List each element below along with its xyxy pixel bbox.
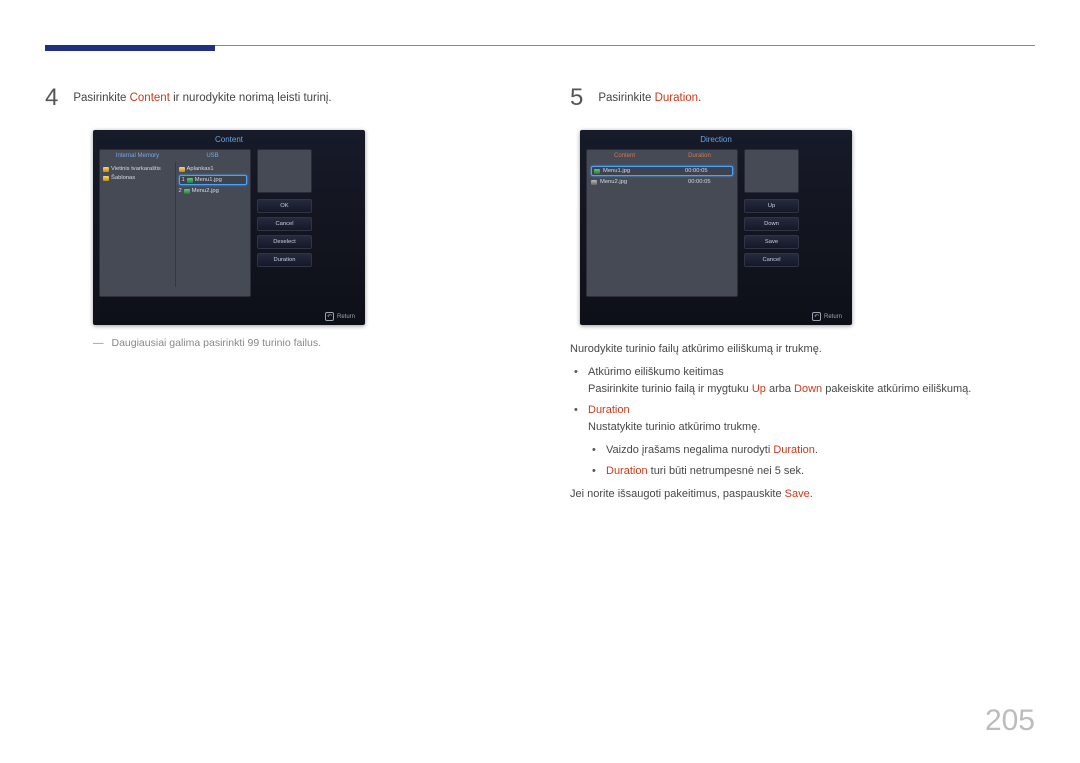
- text: ir nurodykite norimą leisti turinį.: [170, 92, 332, 104]
- folder-item[interactable]: Aplankas1: [179, 166, 248, 172]
- cancel-button[interactable]: Cancel: [257, 217, 312, 231]
- footnote: ― Daugiausiai galima pasirinkti 99 turin…: [45, 337, 510, 349]
- line: Nurodykite turinio failų atkūrimo eilišk…: [570, 341, 1035, 358]
- line: Jei norite išsaugoti pakeitimus, paspaus…: [570, 486, 1035, 503]
- return-icon: ↶: [812, 312, 821, 321]
- accent-save: Save: [785, 488, 810, 500]
- note-text: Daugiausiai galima pasirinkti 99 turinio…: [112, 337, 322, 349]
- accent-content: Content: [130, 92, 170, 104]
- dash: ―: [93, 337, 104, 349]
- down-button[interactable]: Down: [744, 217, 799, 231]
- file-icon: [594, 169, 600, 174]
- bullet: Atkūrimo eiliškumo keitimas Pasirinkite …: [588, 364, 1035, 398]
- list-row[interactable]: Menu2.jpg 00:00:05: [591, 179, 733, 185]
- col-content: Content: [587, 150, 662, 162]
- accent-up: Up: [752, 383, 766, 395]
- step-5: 5 Pasirinkite Duration.: [570, 86, 1035, 110]
- folder-item[interactable]: Šablonas: [103, 175, 172, 181]
- instruction-body: Nurodykite turinio failų atkūrimo eilišk…: [570, 341, 1035, 503]
- preview-thumbnail: [744, 149, 799, 193]
- file-item-selected[interactable]: 1Menu1.jpg: [179, 175, 248, 185]
- header-rule: [45, 45, 1035, 46]
- return-control[interactable]: ↶ Return: [812, 312, 842, 321]
- file-browser-panel: Internal Memory USB Vietinis tvarkarašti…: [99, 149, 251, 297]
- preview-thumbnail: [257, 149, 312, 193]
- folder-icon: [179, 167, 185, 172]
- file-item[interactable]: 2Menu2.jpg: [179, 188, 248, 194]
- step-text: Pasirinkite Duration.: [598, 86, 701, 104]
- file-icon: [187, 178, 193, 183]
- step-number: 5: [570, 86, 583, 110]
- tab-internal-memory[interactable]: Internal Memory: [100, 150, 175, 162]
- file-icon: [184, 189, 190, 194]
- screen-title: Content: [99, 135, 359, 144]
- folder-item[interactable]: Vietinis tvarkaraštis: [103, 166, 172, 172]
- text: .: [698, 92, 701, 104]
- return-icon: ↶: [325, 312, 334, 321]
- page-number: 205: [985, 704, 1035, 738]
- screen-title: Direction: [586, 135, 846, 144]
- sub-bullet: Duration turi būti netrumpesnė nei 5 sek…: [606, 463, 1035, 480]
- sub-bullet: Vaizdo įrašams negalima nurodyti Duratio…: [606, 442, 1035, 459]
- up-button[interactable]: Up: [744, 199, 799, 213]
- duration-list-panel: Content Duration Menu1.jpg 00:00:05 Menu…: [586, 149, 738, 297]
- col-duration: Duration: [662, 150, 737, 162]
- ok-button[interactable]: OK: [257, 199, 312, 213]
- accent-duration: Duration: [655, 92, 698, 104]
- cancel-button[interactable]: Cancel: [744, 253, 799, 267]
- folder-icon: [103, 167, 109, 172]
- save-button[interactable]: Save: [744, 235, 799, 249]
- tab-usb[interactable]: USB: [175, 150, 250, 162]
- file-icon: [591, 180, 597, 185]
- step-text: Pasirinkite Content ir nurodykite norimą…: [73, 86, 331, 104]
- screenshot-content: Content Internal Memory USB Vietinis tva…: [93, 130, 365, 325]
- text: Pasirinkite: [598, 92, 654, 104]
- list-row-selected[interactable]: Menu1.jpg 00:00:05: [591, 166, 733, 176]
- screenshot-direction: Direction Content Duration Menu1.jpg 00:…: [580, 130, 852, 325]
- step-4: 4 Pasirinkite Content ir nurodykite nori…: [45, 86, 510, 110]
- return-control[interactable]: ↶ Return: [325, 312, 355, 321]
- text: Pasirinkite: [73, 92, 129, 104]
- folder-icon: [103, 176, 109, 181]
- accent-down: Down: [794, 383, 822, 395]
- duration-button[interactable]: Duration: [257, 253, 312, 267]
- deselect-button[interactable]: Deselect: [257, 235, 312, 249]
- step-number: 4: [45, 86, 58, 110]
- accent-duration: Duration: [588, 404, 630, 416]
- bullet: Duration Nustatykite turinio atkūrimo tr…: [588, 402, 1035, 480]
